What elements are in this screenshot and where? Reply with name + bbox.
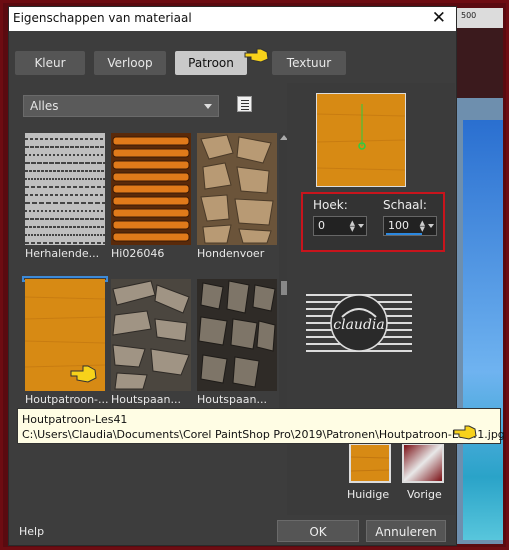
scale-value: 100 (388, 219, 409, 232)
svg-text:claudia: claudia (333, 317, 384, 333)
title-bar: Eigenschappen van materiaal ✕ (9, 7, 456, 31)
tooltip-name: Houtpatroon-Les41 (22, 413, 128, 426)
ruler: 500 (455, 8, 503, 28)
pattern-label: Houtpatroon-... (25, 393, 109, 406)
ok-button[interactable]: OK (277, 520, 359, 542)
brown-stones-thumb (197, 133, 277, 245)
pattern-label: Hi026046 (111, 247, 165, 260)
pattern-label: Herhalende... (25, 247, 100, 260)
claudia-watermark-logo: claudia (306, 294, 412, 352)
dialog-title: Eigenschappen van materiaal (13, 11, 192, 25)
pattern-preview (316, 93, 406, 187)
orange-sticks-thumb (111, 133, 191, 245)
tab-patroon[interactable]: Patroon (175, 51, 247, 75)
tab-verloop[interactable]: Verloop (94, 51, 166, 75)
close-icon[interactable]: ✕ (432, 8, 446, 28)
spin-arrows-icon[interactable]: ▲ ▼ (420, 220, 425, 233)
canvas-sky-image (463, 120, 503, 540)
text-pattern-thumb (25, 133, 105, 245)
tab-bar: Kleur Verloop Patroon Textuur (9, 51, 456, 77)
category-value: Alles (30, 99, 59, 113)
help-button[interactable]: Help (19, 525, 44, 538)
current-swatch[interactable] (349, 443, 391, 483)
wood-chips-thumb (111, 279, 191, 391)
current-label: Huidige (347, 488, 390, 501)
pattern-label: Hondenvoer (197, 247, 265, 260)
tab-textuur[interactable]: Textuur (272, 51, 346, 75)
dark-wood-chips-thumb (197, 279, 277, 391)
chevron-down-icon[interactable] (358, 224, 364, 228)
button-bar: Help OK Annuleren (9, 515, 456, 545)
previous-label: Vorige (407, 488, 442, 501)
pointing-hand-icon (244, 48, 269, 63)
angle-value: 0 (318, 219, 325, 232)
previous-swatch[interactable] (402, 443, 444, 483)
chevron-down-icon[interactable] (428, 224, 434, 228)
list-view-icon[interactable] (237, 96, 252, 112)
scale-slider-bar (386, 233, 422, 235)
canvas-dark-area (455, 28, 503, 98)
angle-label: Hoek: (313, 198, 348, 212)
scale-label: Schaal: (383, 198, 427, 212)
ruler-label: 500 (461, 11, 477, 20)
pattern-label: Houtspaan... (197, 393, 267, 406)
canvas-background: 500 (455, 8, 503, 544)
spin-arrows-icon[interactable]: ▲ ▼ (350, 220, 355, 233)
material-properties-dialog: Eigenschappen van materiaal ✕ Kleur Verl… (8, 6, 457, 546)
angle-scale-group: Hoek: Schaal: 0 ▲ ▼ 100 ▲ ▼ (301, 192, 445, 252)
category-dropdown[interactable]: Alles (23, 95, 219, 117)
angle-spinbox[interactable]: 0 ▲ ▼ (313, 216, 367, 236)
pointing-hand-icon (453, 425, 477, 440)
tab-kleur[interactable]: Kleur (15, 51, 85, 75)
scale-spinbox[interactable]: 100 ▲ ▼ (383, 216, 437, 236)
cancel-button[interactable]: Annuleren (366, 520, 446, 542)
pattern-grid: Herhalende... Hi026046 Hondenvoer Houtpa… (23, 129, 289, 413)
pointing-hand-icon (70, 365, 97, 383)
pattern-label: Houtspaan... (111, 393, 181, 406)
tooltip-path: C:\Users\Claudia\Documents\Corel PaintSh… (22, 428, 505, 441)
chevron-down-icon (204, 104, 212, 109)
pattern-tooltip: Houtpatroon-Les41 C:\Users\Claudia\Docum… (17, 408, 505, 444)
